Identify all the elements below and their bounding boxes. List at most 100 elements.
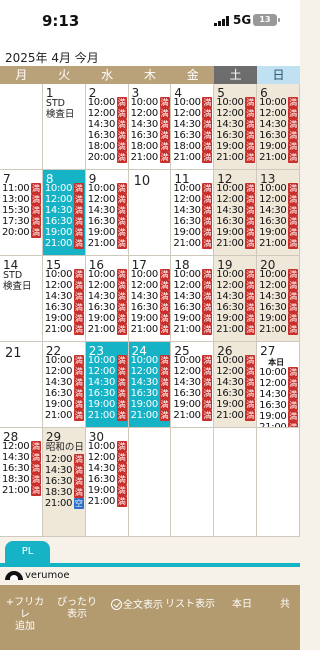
day-cell[interactable]: 12 10:00 満 12:00 満 14:30 満 16:30 満 19:00 満 21:00 満 <box>214 170 258 256</box>
time-slot[interactable]: 10:00 満 <box>173 97 213 108</box>
time-slot[interactable]: 17:30 満 <box>2 216 42 227</box>
full-text-button[interactable]: 全文表示 <box>109 599 165 612</box>
time-slot[interactable]: 19:00 満 <box>88 227 128 238</box>
time-slot[interactable]: 10:00 満 <box>88 183 128 194</box>
time-slot[interactable]: 16:30 満 <box>45 476 85 487</box>
day-cell[interactable]: 30 10:00 満 12:00 満 14:30 満 16:30 満 19:00 満 21:00 満 <box>85 428 129 537</box>
time-slot[interactable]: 21:00 空 <box>45 498 85 509</box>
time-slot[interactable]: 12:00 満 <box>259 194 299 205</box>
time-slot[interactable]: 20:00 満 <box>2 227 42 238</box>
time-slot[interactable]: 21:00 満 <box>259 152 299 163</box>
time-slot[interactable]: 12:00 満 <box>88 452 128 463</box>
time-slot[interactable]: 18:30 満 <box>2 474 42 485</box>
day-cell[interactable]: 3 10:00 満 12:00 満 14:30 満 16:30 満 18:00 満 21:00 満 <box>128 84 172 170</box>
time-slot[interactable]: 10:00 満 <box>259 269 299 280</box>
day-cell[interactable]: 11 10:00 満 12:00 満 14:30 満 16:30 満 19:00 満 21:00 満 <box>171 170 215 256</box>
time-slot[interactable]: 10:00 満 <box>88 441 128 452</box>
time-slot[interactable]: 19:00 満 <box>259 411 299 422</box>
time-slot[interactable]: 14:30 満 <box>216 119 256 130</box>
month-title[interactable]: 2025年 4月 今月 <box>5 49 99 66</box>
time-slot[interactable]: 10:00 満 <box>88 97 128 108</box>
time-slot[interactable]: 10:00 満 <box>45 183 85 194</box>
day-cell[interactable]: 16 10:00 満 12:00 満 14:30 満 16:30 満 19:00 満 21:00 満 <box>85 256 129 342</box>
time-slot[interactable]: 14:30 満 <box>2 452 42 463</box>
time-slot[interactable]: 21:00 満 <box>45 324 85 335</box>
time-slot[interactable]: 18:00 満 <box>173 141 213 152</box>
time-slot[interactable]: 19:00 満 <box>216 227 256 238</box>
time-slot[interactable]: 16:30 満 <box>88 388 128 399</box>
time-slot[interactable]: 19:00 満 <box>216 313 256 324</box>
time-slot[interactable]: 21:00 満 <box>131 410 171 421</box>
time-slot[interactable]: 19:00 満 <box>131 313 171 324</box>
time-slot[interactable]: 21:00 満 <box>173 238 213 249</box>
time-slot[interactable]: 20:00 満 <box>88 152 128 163</box>
time-slot[interactable]: 14:30 満 <box>216 291 256 302</box>
time-slot[interactable]: 16:30 満 <box>259 130 299 141</box>
time-slot[interactable]: 19:00 満 <box>173 313 213 324</box>
day-cell[interactable]: 21 <box>0 342 43 428</box>
day-cell[interactable]: 6 10:00 満 12:00 満 14:30 満 16:30 満 19:00 満 21:00 満 <box>257 84 300 170</box>
time-slot[interactable]: 16:30 満 <box>173 302 213 313</box>
time-slot[interactable]: 10:00 満 <box>88 269 128 280</box>
time-slot[interactable]: 16:30 満 <box>216 388 256 399</box>
day-cell[interactable]: 9 10:00 満 12:00 満 14:30 満 16:30 満 19:00 満 21:00 満 <box>85 170 129 256</box>
day-cell[interactable]: 13 10:00 満 12:00 満 14:30 満 16:30 満 19:00 満 21:00 満 <box>257 170 300 256</box>
time-slot[interactable]: 16:30 満 <box>88 130 128 141</box>
time-slot[interactable]: 19:00 満 <box>131 399 171 410</box>
time-slot[interactable]: 10:00 満 <box>88 355 128 366</box>
time-slot[interactable]: 21:00 満 <box>131 324 171 335</box>
time-slot[interactable]: 14:30 満 <box>45 465 85 476</box>
time-slot[interactable]: 21:00 満 <box>216 238 256 249</box>
time-slot[interactable]: 14:30 満 <box>131 377 171 388</box>
time-slot[interactable]: 10:00 満 <box>45 355 85 366</box>
time-slot[interactable]: 16:30 満 <box>173 388 213 399</box>
day-cell[interactable]: 27 本日 10:00 満 12:00 満 14:30 満 16:30 満 19:00 満 21:00 満 <box>257 342 300 428</box>
time-slot[interactable]: 12:00 満 <box>131 108 171 119</box>
today-button[interactable]: 本日 <box>228 599 256 611</box>
time-slot[interactable]: 16:30 満 <box>173 130 213 141</box>
time-slot[interactable]: 19:00 満 <box>259 227 299 238</box>
fit-view-button[interactable]: ぴったり 表示 <box>56 597 98 621</box>
time-slot[interactable]: 19:00 満 <box>216 399 256 410</box>
time-slot[interactable]: 12:00 満 <box>173 366 213 377</box>
time-slot[interactable]: 12:00 満 <box>45 194 85 205</box>
day-cell[interactable]: 24 10:00 満 12:00 満 14:30 満 16:30 満 19:00 満 21:00 満 <box>128 342 172 428</box>
day-cell[interactable]: 10 <box>128 170 172 256</box>
time-slot[interactable]: 19:00 満 <box>88 313 128 324</box>
time-slot[interactable]: 19:00 満 <box>173 399 213 410</box>
time-slot[interactable]: 21:00 満 <box>216 324 256 335</box>
time-slot[interactable]: 16:30 満 <box>259 216 299 227</box>
time-slot[interactable]: 14:30 満 <box>45 291 85 302</box>
time-slot[interactable]: 16:30 満 <box>131 388 171 399</box>
time-slot[interactable]: 19:00 満 <box>88 399 128 410</box>
time-slot[interactable]: 19:00 満 <box>259 141 299 152</box>
time-slot[interactable]: 12:00 満 <box>259 108 299 119</box>
time-slot[interactable]: 12:00 満 <box>216 280 256 291</box>
time-slot[interactable]: 10:00 満 <box>131 97 171 108</box>
time-slot[interactable]: 12:00 満 <box>88 108 128 119</box>
pl-button[interactable]: PL <box>5 541 50 563</box>
share-button[interactable]: 共 <box>280 599 300 611</box>
time-slot[interactable]: 21:00 満 <box>173 410 213 421</box>
time-slot[interactable]: 12:00 満 <box>88 366 128 377</box>
time-slot[interactable]: 10:00 満 <box>45 269 85 280</box>
time-slot[interactable]: 12:00 満 <box>2 441 42 452</box>
time-slot[interactable]: 12:00 満 <box>45 366 85 377</box>
time-slot[interactable]: 10:00 満 <box>259 97 299 108</box>
time-slot[interactable]: 12:00 満 <box>45 280 85 291</box>
time-slot[interactable]: 19:00 満 <box>45 399 85 410</box>
time-slot[interactable]: 14:30 満 <box>173 291 213 302</box>
time-slot[interactable]: 12:00 満 <box>45 454 85 465</box>
time-slot[interactable]: 14:30 満 <box>259 389 299 400</box>
day-cell[interactable]: 15 10:00 満 12:00 満 14:30 満 16:30 満 19:00 満 21:00 満 <box>42 256 86 342</box>
time-slot[interactable]: 16:30 満 <box>131 130 171 141</box>
time-slot[interactable]: 21:00 満 <box>216 152 256 163</box>
time-slot[interactable]: 14:30 満 <box>259 119 299 130</box>
time-slot[interactable]: 14:30 満 <box>259 291 299 302</box>
day-cell[interactable]: 28 12:00 満 14:30 満 16:30 満 18:30 満 21:00 満 <box>0 428 43 537</box>
time-slot[interactable]: 21:00 満 <box>88 410 128 421</box>
time-slot[interactable]: 16:30 満 <box>45 302 85 313</box>
time-slot[interactable]: 16:30 満 <box>88 302 128 313</box>
time-slot[interactable]: 19:00 満 <box>45 227 85 238</box>
time-slot[interactable]: 14:30 満 <box>173 119 213 130</box>
